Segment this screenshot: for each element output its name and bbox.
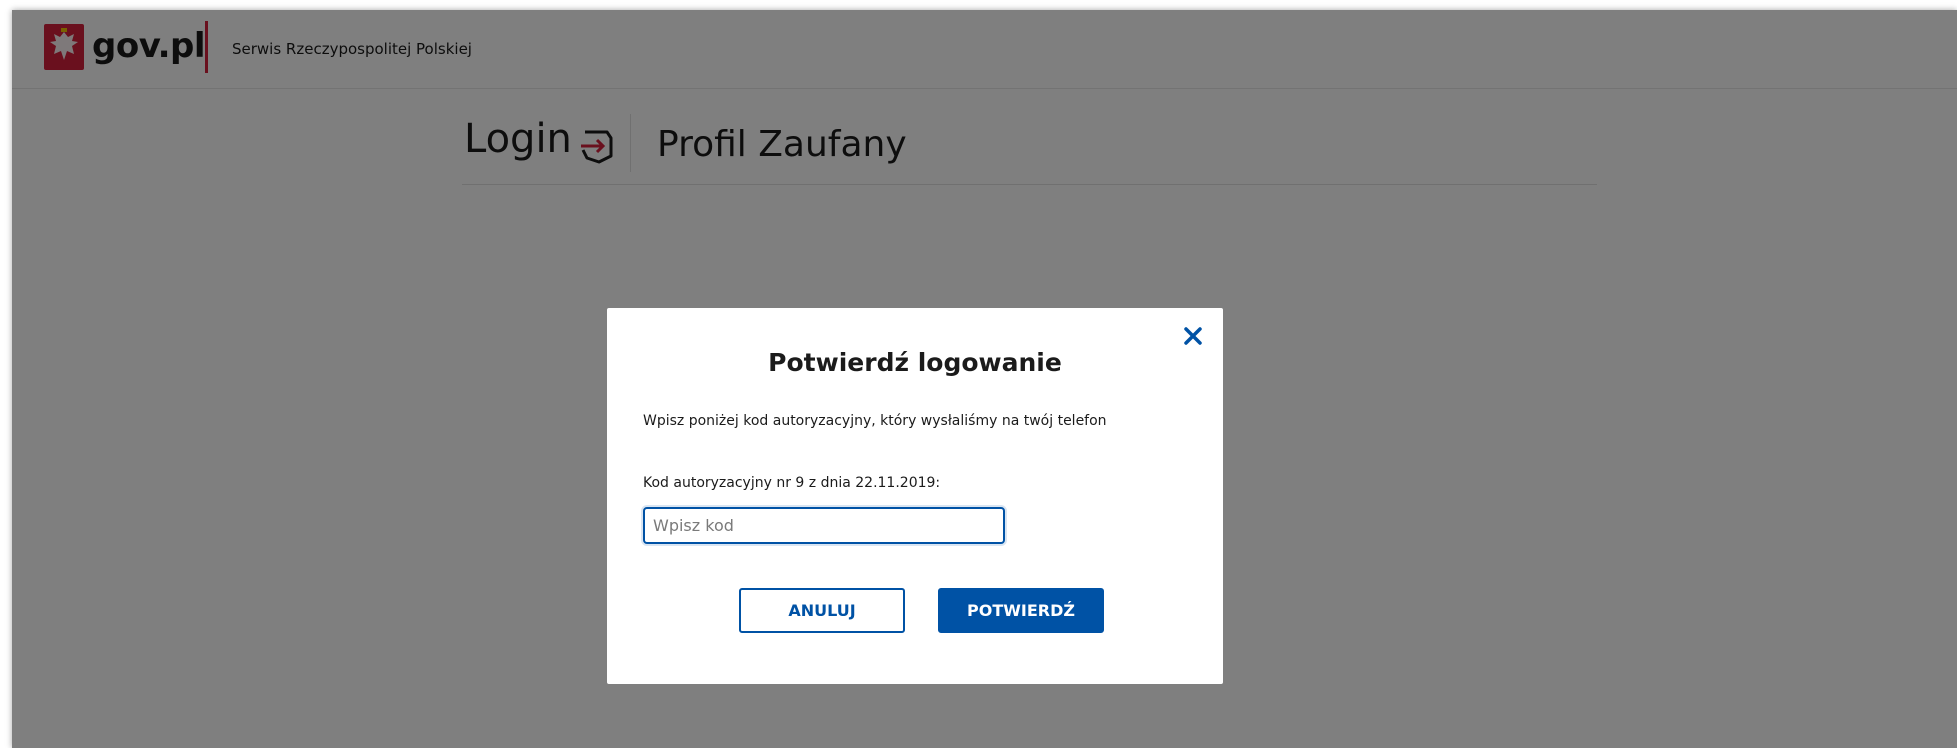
code-field-label: Kod autoryzacyjny nr 9 z dnia 22.11.2019… (643, 475, 941, 491)
dialog-title: Potwierdź logowanie (768, 348, 1062, 377)
close-icon[interactable] (1181, 324, 1205, 348)
confirm-login-dialog: Potwierdź logowanie Wpisz poniżej kod au… (607, 308, 1223, 684)
cancel-button[interactable]: ANULUJ (739, 588, 905, 633)
dialog-description: Wpisz poniżej kod autoryzacyjny, który w… (643, 413, 1107, 429)
authorization-code-input[interactable] (643, 507, 1005, 544)
confirm-button[interactable]: POTWIERDŹ (938, 588, 1104, 633)
browser-page: gov.pl Serwis Rzeczypospolitej Polskiej … (12, 10, 1957, 748)
